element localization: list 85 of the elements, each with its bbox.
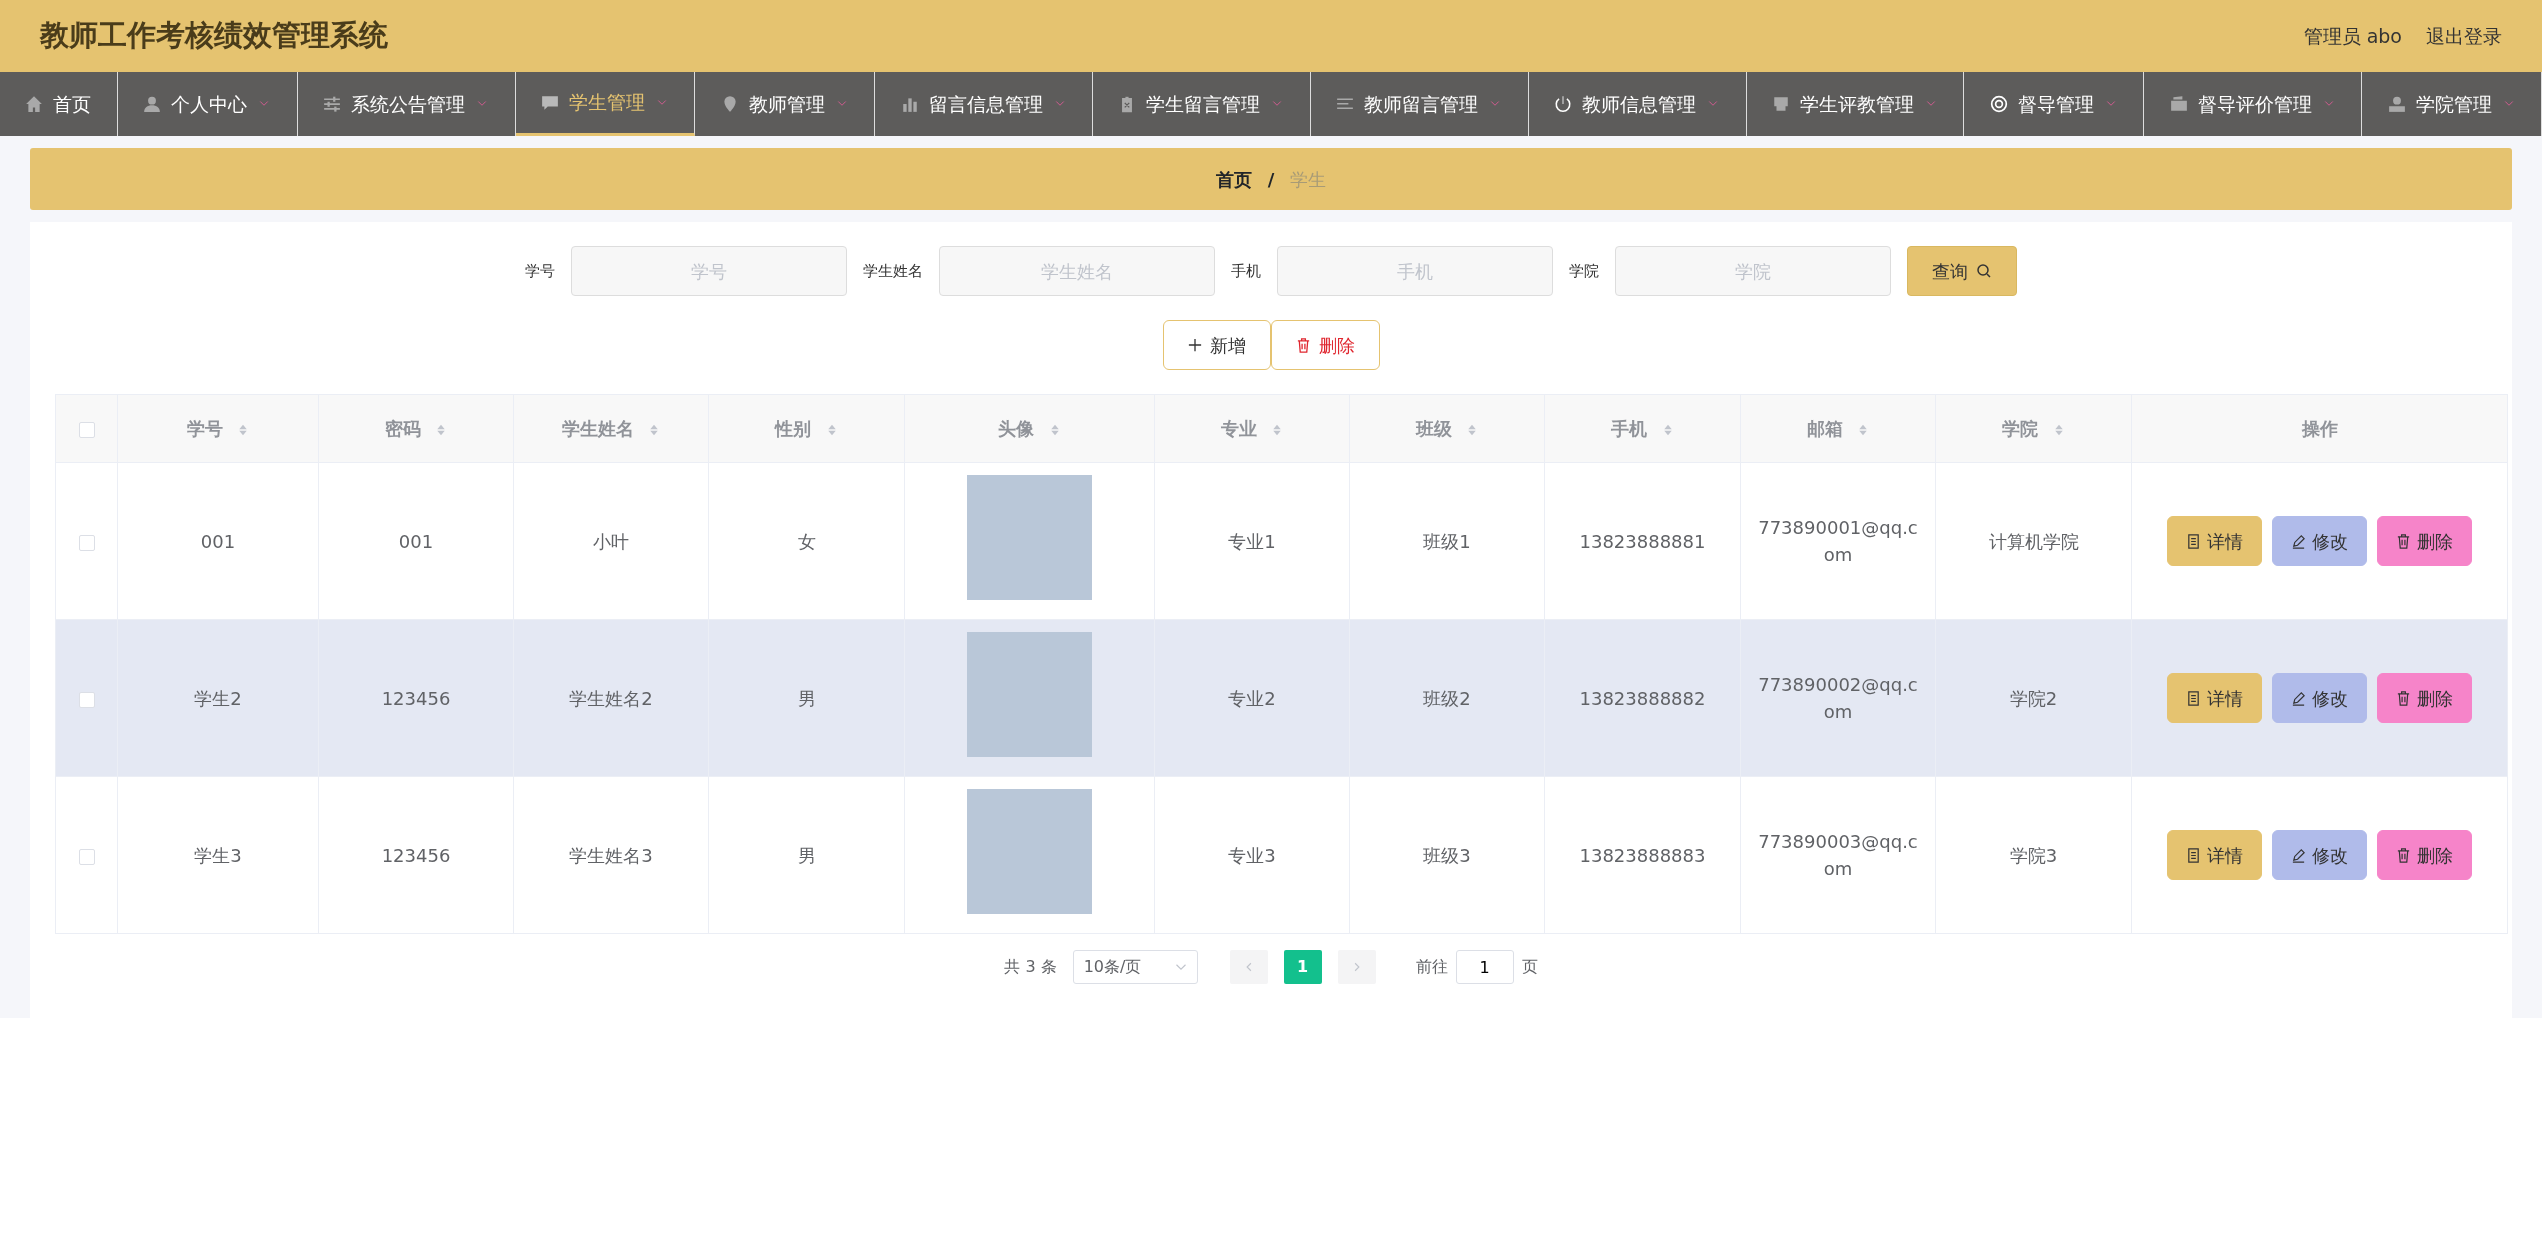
table-cell: 专业2 (1228, 687, 1276, 709)
table-cell: 学生3 (194, 844, 242, 866)
breadcrumb-current: 学生 (1290, 167, 1327, 192)
table-cell: 计算机学院 (1988, 530, 2079, 552)
table-cell: 001 (398, 530, 434, 552)
goto-label: 前往 (1415, 956, 1448, 978)
search-icon (1976, 263, 1992, 279)
table-cell: 专业3 (1228, 844, 1276, 866)
table-row[interactable]: 学生2 123456 学生姓名2 男 专业2 班级2 13823888882 773890002@qq.com 学院2 详情 修改 删除 (55, 619, 2508, 777)
breadcrumb-link[interactable]: 首页 (1215, 165, 1252, 193)
table-cell: 123456 (381, 687, 451, 709)
edit-button[interactable]: 修改 (2272, 516, 2367, 566)
breadcrumb-separator: / (1267, 167, 1275, 192)
chat-icon (540, 93, 559, 112)
pencil-icon (2291, 533, 2306, 549)
field-label: 手机 (1231, 260, 1261, 282)
edit-button[interactable]: 修改 (2272, 830, 2367, 880)
previous-page-button[interactable] (1229, 950, 1268, 984)
bar-chart-icon (900, 95, 919, 113)
table-cell: 13823888881 (1579, 530, 1706, 552)
trash-icon (1295, 337, 1311, 353)
document-icon (2186, 533, 2201, 549)
table-cell: 学生姓名2 (569, 687, 653, 709)
user-name: 管理员 abo (2303, 23, 2402, 49)
logout-link[interactable]: 退出登录 (2426, 21, 2502, 51)
row-checkbox[interactable] (78, 534, 95, 551)
table-cell: 13823888883 (1579, 844, 1706, 866)
table-cell: 男 (797, 844, 816, 866)
lifebuoy-icon (1989, 95, 2008, 113)
page-size-select[interactable]: 10条/页 (1072, 950, 1198, 984)
detail-button[interactable]: 详情 (2167, 516, 2262, 566)
table-cell: 学生姓名3 (569, 844, 653, 866)
home-icon (25, 95, 44, 113)
row-checkbox[interactable] (78, 691, 95, 708)
table-cell: 男 (797, 687, 816, 709)
field-label: 学生姓名 (863, 260, 923, 282)
table-cell: 小叶 (593, 530, 629, 552)
table-cell: 001 (200, 530, 236, 552)
total-count: 共 3 条 (1004, 956, 1057, 978)
column-header: 操作 (2131, 394, 2508, 463)
add-button[interactable]: 新增 (1162, 320, 1271, 370)
delete-button[interactable]: 删除 (2377, 516, 2472, 566)
table-cell: 学院3 (2009, 844, 2058, 866)
delete-button[interactable]: 删除 (1270, 320, 1380, 370)
table-cell: 13823888882 (1579, 687, 1706, 709)
detail-button[interactable]: 详情 (2167, 830, 2262, 880)
document-icon (2186, 690, 2201, 706)
person-icon (143, 95, 162, 113)
document-icon (2186, 847, 2201, 863)
table-cell: 女 (797, 530, 816, 552)
table-cell: 123456 (381, 844, 451, 866)
field-label: 学院 (1569, 260, 1599, 282)
plus-icon (1187, 338, 1202, 352)
page-suffix: 页 (1521, 956, 1538, 978)
page-number-field[interactable]: 1 (1455, 950, 1514, 984)
pencil-icon (2291, 690, 2306, 706)
power-icon (1554, 95, 1573, 113)
table-cell: 班级1 (1423, 530, 1471, 552)
table-cell: 773890001@qq.com (1758, 517, 1918, 565)
app-title: 教师工作考核绩效管理系统 (40, 17, 388, 55)
trash-icon (2396, 533, 2411, 549)
search-button[interactable]: 查询 (1907, 246, 2017, 296)
table-cell: 773890002@qq.com (1758, 674, 1918, 722)
user-icon (2387, 95, 2406, 113)
next-page-button[interactable] (1337, 950, 1376, 984)
table-row[interactable]: 001 001 小叶 女 专业1 班级1 13823888881 773890001@qq.com 计算机学院 详情 修改 删除 (55, 462, 2508, 620)
trash-icon (2396, 690, 2411, 706)
table-cell: 班级3 (1423, 844, 1471, 866)
sliders-icon (323, 95, 342, 113)
caret-icon (1924, 99, 1938, 109)
table-cell: 学院2 (2009, 687, 2058, 709)
table-cell: 专业1 (1228, 530, 1276, 552)
table-cell: 773890003@qq.com (1758, 831, 1918, 879)
table-row[interactable]: 学生3 123456 学生姓名3 男 专业3 班级3 13823888883 773890003@qq.com 学院3 详情 修改 删除 (55, 776, 2508, 934)
pencil-icon (2291, 847, 2306, 863)
trash-icon (2396, 847, 2411, 863)
row-checkbox[interactable] (78, 848, 95, 865)
table-cell: 学生2 (194, 687, 242, 709)
edit-button[interactable]: 修改 (2272, 673, 2367, 723)
delete-button[interactable]: 删除 (2377, 673, 2472, 723)
detail-button[interactable]: 详情 (2167, 673, 2262, 723)
select-all-checkbox[interactable] (78, 422, 95, 438)
delete-button[interactable]: 删除 (2377, 830, 2472, 880)
table-cell: 班级2 (1423, 687, 1471, 709)
field-label: 学号 (525, 260, 555, 282)
